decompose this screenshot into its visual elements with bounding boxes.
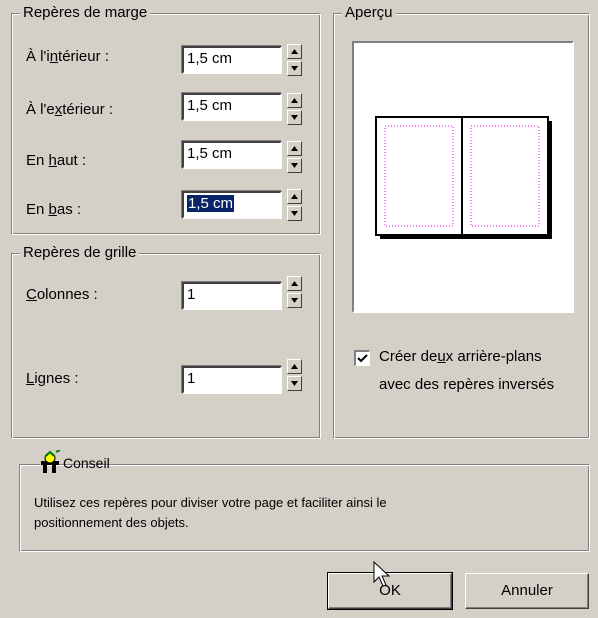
spin-down-icon[interactable] [287,376,302,391]
spin-up-icon[interactable] [287,93,302,108]
spin-up-icon[interactable] [287,276,302,291]
outside-margin-input[interactable]: 1,5 cm [182,93,282,121]
rows-input[interactable]: 1 [182,366,282,394]
spin-down-icon[interactable] [287,158,302,173]
top-label: En haut : [26,152,87,169]
lightbulb-tip-icon [41,450,61,473]
bottom-label: En bas : [26,201,82,218]
spin-down-icon[interactable] [287,206,302,221]
spin-up-icon[interactable] [287,44,302,59]
outside-margin-spinner[interactable] [287,93,302,125]
spin-down-icon[interactable] [287,110,302,125]
spin-down-icon[interactable] [287,61,302,76]
mirrored-guides-checkbox[interactable] [354,350,370,366]
margin-guides-title: Repères de marge [20,4,151,22]
top-margin-spinner[interactable] [287,141,302,173]
preview-canvas [352,41,574,313]
checkmark-icon [357,354,368,363]
cancel-button[interactable]: Annuler [465,573,589,609]
tip-text-line2: positionnement des objets. [34,515,189,530]
spin-down-icon[interactable] [287,293,302,308]
tip-header: Conseil [40,450,110,476]
spin-up-icon[interactable] [287,141,302,156]
tip-title: Conseil [63,455,110,471]
mouse-cursor-icon [373,561,391,587]
columns-input[interactable]: 1 [182,282,282,310]
bottom-margin-input[interactable]: 1,5 cm [182,191,282,219]
spin-up-icon[interactable] [287,359,302,374]
top-margin-input[interactable]: 1,5 cm [182,141,282,169]
outside-label: À l'extérieur : [26,101,114,118]
preview-title: Aperçu [342,4,396,22]
inside-margin-spinner[interactable] [287,44,302,76]
bottom-margin-spinner[interactable] [287,189,302,221]
mirrored-guides-label-line1[interactable]: Créer deux arrière-plans [379,348,542,365]
inside-margin-input[interactable]: 1,5 cm [182,46,282,74]
rows-label: Lignes : [26,370,79,387]
inside-label: À l'intérieur : [26,48,109,65]
spin-up-icon[interactable] [287,189,302,204]
mirrored-guides-label-line2[interactable]: avec des repères inversés [379,376,554,393]
rows-spinner[interactable] [287,359,302,391]
columns-label: Colonnes : [26,286,98,303]
grid-guides-group: Repères de grille [11,244,321,439]
tip-text-line1: Utilisez ces repères pour diviser votre … [34,495,387,510]
selected-text: 1,5 cm [187,195,235,212]
columns-spinner[interactable] [287,276,302,308]
grid-guides-title: Repères de grille [20,244,140,262]
